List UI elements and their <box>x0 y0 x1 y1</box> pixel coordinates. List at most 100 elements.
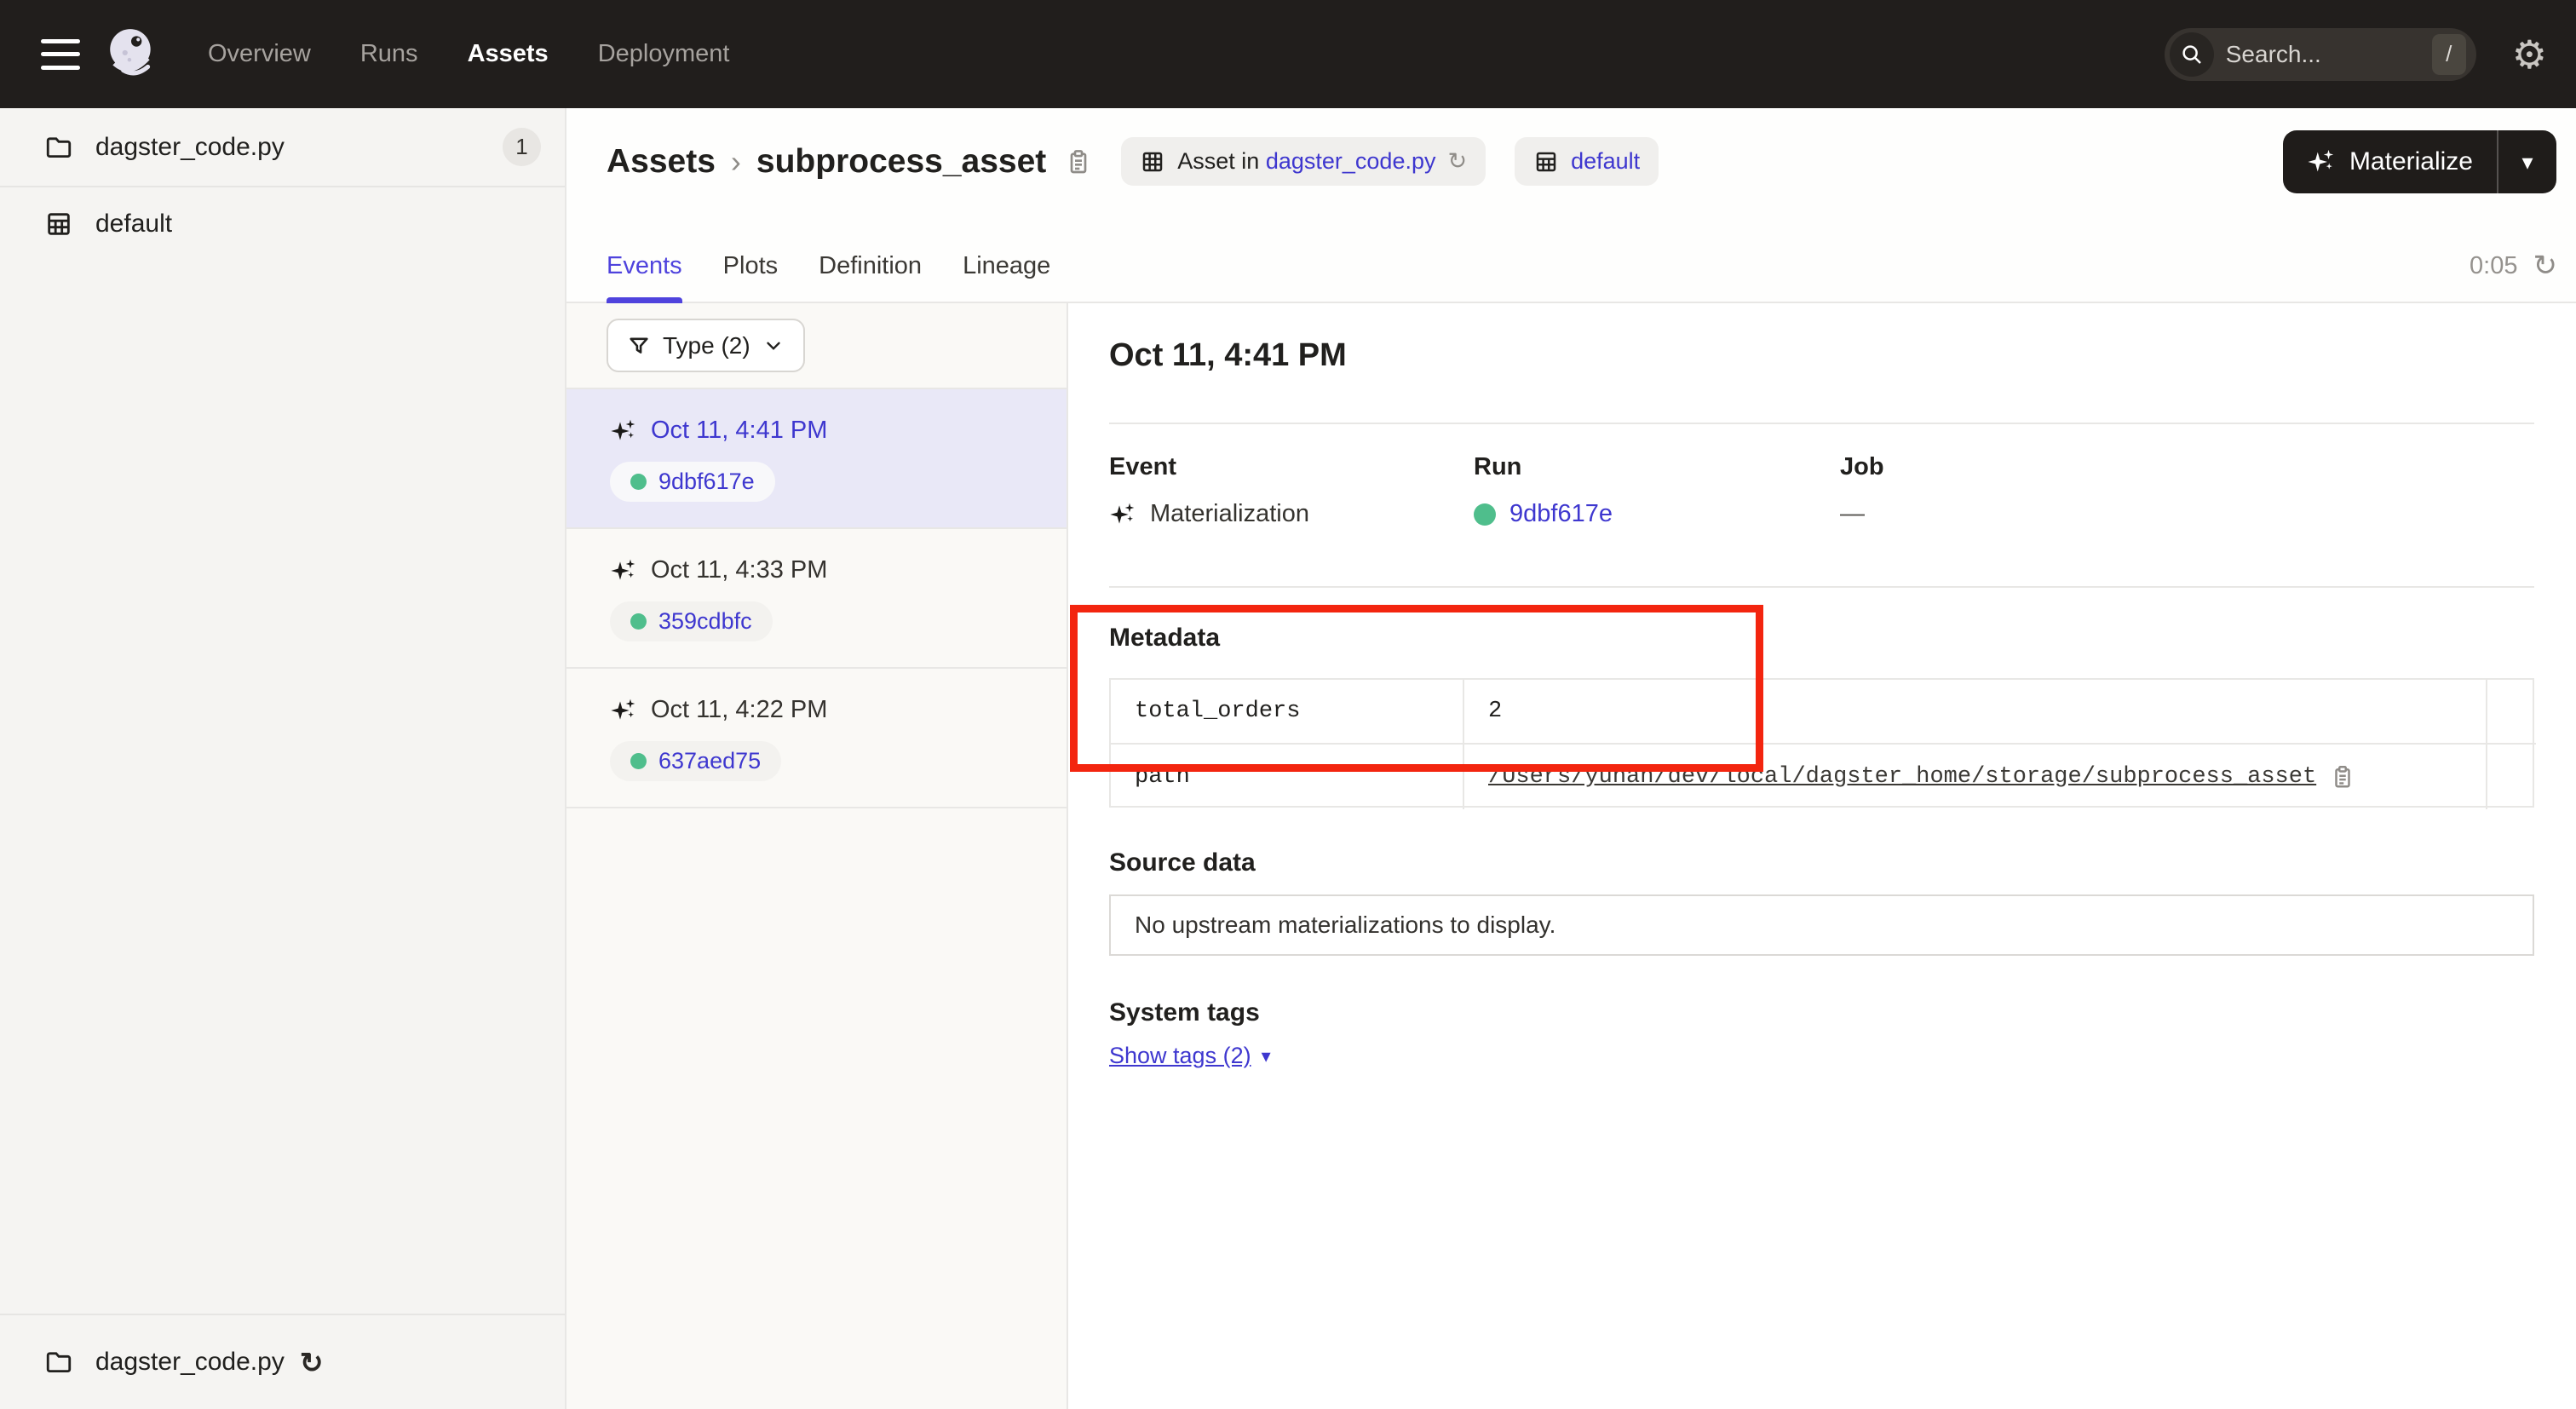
search-bar[interactable]: / <box>2165 28 2476 81</box>
app-root: Overview Runs Assets Deployment / ⚙ <box>0 0 2576 1409</box>
filter-bar: Type (2) <box>566 303 1067 389</box>
metadata-value: 2 <box>1464 680 2487 745</box>
event-timestamp: Oct 11, 4:22 PM <box>651 696 827 724</box>
run-status-dot <box>630 753 647 769</box>
sidebar: dagster_code.py 1 default dagster_code.p… <box>0 108 566 1409</box>
refresh-countdown: 0:05 <box>2470 252 2517 280</box>
materialization-sparkle-icon <box>610 417 637 445</box>
event-detail-panel: Oct 11, 4:41 PM Event Materializatio <box>1068 303 2576 1409</box>
event-timestamp: Oct 11, 4:41 PM <box>651 417 827 445</box>
repo-default-link[interactable]: default <box>1571 148 1640 175</box>
nav-overview[interactable]: Overview <box>208 40 311 68</box>
run-status-dot <box>630 474 647 490</box>
metadata-value: /Users/yuhan/dev/local/dagster_home/stor… <box>1464 745 2487 809</box>
repo-grid-icon <box>1533 149 1559 175</box>
copy-path-icon[interactable] <box>2330 764 2355 790</box>
run-id-link[interactable]: 637aed75 <box>658 748 761 774</box>
nav-right: / ⚙ <box>2165 28 2547 81</box>
copy-asset-name-icon[interactable] <box>1065 148 1092 175</box>
materialization-sparkle-icon <box>610 557 637 584</box>
refresh-area: 0:05 ↻ <box>2470 249 2557 283</box>
settings-gear-icon[interactable]: ⚙ <box>2512 35 2547 74</box>
materialization-sparkle-icon <box>610 697 637 724</box>
refresh-icon[interactable]: ↻ <box>2533 249 2558 283</box>
source-data-empty-box: No upstream materializations to display. <box>1109 894 2534 956</box>
main-content: Assets › subprocess_asset <box>566 108 2576 1409</box>
nav-deployment[interactable]: Deployment <box>598 40 730 68</box>
run-id-pill[interactable]: 637aed75 <box>610 741 781 781</box>
tabs: Events Plots Definition Lineage <box>607 230 1050 302</box>
sidebar-item-code-location[interactable]: dagster_code.py 1 <box>0 108 565 187</box>
event-list-panel: Type (2) <box>566 303 1068 1409</box>
run-id-link[interactable]: 359cdbfc <box>658 608 752 635</box>
primary-nav: Overview Runs Assets Deployment <box>208 40 729 68</box>
top-nav: Overview Runs Assets Deployment / ⚙ <box>0 0 2576 108</box>
metadata-key: path <box>1111 745 1464 809</box>
tab-lineage[interactable]: Lineage <box>963 230 1050 302</box>
event-list-item[interactable]: Oct 11, 4:41 PM 9dbf617e <box>566 389 1067 529</box>
event-column-label: Event <box>1109 453 1309 481</box>
materialize-button[interactable]: Materialize <box>2283 130 2497 193</box>
sidebar-footer-label: dagster_code.py <box>95 1348 285 1377</box>
show-tags-toggle[interactable]: Show tags (2) ▾ <box>1109 1043 1271 1069</box>
caret-down-icon: ▾ <box>1262 1045 1271 1067</box>
metadata-extra-cell <box>2487 680 2536 745</box>
reload-location-icon[interactable]: ↻ <box>1447 148 1467 175</box>
event-list-item[interactable]: Oct 11, 4:33 PM 359cdbfc <box>566 529 1067 669</box>
repo-grid-icon <box>44 210 73 239</box>
breadcrumb: Assets › subprocess_asset <box>607 137 1659 186</box>
sidebar-item-default[interactable]: default <box>0 187 565 261</box>
folder-icon <box>44 1348 73 1377</box>
run-status-dot <box>630 613 647 630</box>
job-empty-value: — <box>1840 500 1865 528</box>
tab-plots[interactable]: Plots <box>723 230 778 302</box>
tab-events[interactable]: Events <box>607 230 682 302</box>
materialize-button-group: Materialize ▾ <box>2283 130 2556 193</box>
divider <box>1109 423 2534 424</box>
run-id-link[interactable]: 9dbf617e <box>1509 500 1613 528</box>
code-location-link[interactable]: dagster_code.py <box>1266 148 1436 175</box>
breadcrumb-separator: › <box>731 144 741 180</box>
search-shortcut-badge: / <box>2432 34 2466 75</box>
repo-tag: default <box>1515 137 1659 186</box>
asset-location-tag: Asset in dagster_code.py ↻ <box>1121 137 1486 186</box>
event-detail-title: Oct 11, 4:41 PM <box>1109 337 1347 374</box>
chevron-down-icon <box>762 335 785 357</box>
source-data-empty-message: No upstream materializations to display. <box>1135 912 1555 939</box>
nav-runs[interactable]: Runs <box>360 40 418 68</box>
tabs-row: Events Plots Definition Lineage 0:05 ↻ <box>566 230 2576 303</box>
event-type-value: Materialization <box>1150 500 1309 528</box>
divider <box>1109 586 2534 588</box>
type-filter-label: Type (2) <box>663 332 750 359</box>
event-list-item[interactable]: Oct 11, 4:22 PM 637aed75 <box>566 669 1067 808</box>
event-timestamp: Oct 11, 4:33 PM <box>651 556 827 584</box>
search-input[interactable] <box>2226 41 2432 68</box>
run-id-link[interactable]: 9dbf617e <box>658 469 755 495</box>
system-tags-section-title: System tags <box>1109 998 1260 1027</box>
run-id-pill[interactable]: 9dbf617e <box>610 462 775 502</box>
tab-definition[interactable]: Definition <box>819 230 922 302</box>
sparkle-icon <box>2307 147 2336 176</box>
folder-icon <box>44 133 73 162</box>
nav-assets[interactable]: Assets <box>468 40 549 68</box>
job-column-label: Job <box>1840 453 1884 481</box>
run-id-pill[interactable]: 359cdbfc <box>610 601 773 641</box>
asset-in-label: Asset in <box>1177 148 1259 175</box>
dagster-logo[interactable] <box>104 26 160 83</box>
page-header: Assets › subprocess_asset <box>566 108 2576 230</box>
menu-icon[interactable] <box>41 39 80 70</box>
asset-count-badge: 1 <box>503 128 541 166</box>
funnel-icon <box>627 334 651 358</box>
sidebar-item-label: dagster_code.py <box>95 133 285 162</box>
reload-icon[interactable]: ↻ <box>300 1346 324 1379</box>
breadcrumb-assets[interactable]: Assets <box>607 143 716 181</box>
metadata-table: total_orders 2 path /Users/yuhan/dev/loc… <box>1109 678 2534 808</box>
run-status-dot <box>1474 503 1496 526</box>
show-tags-label: Show tags (2) <box>1109 1043 1251 1069</box>
path-link[interactable]: /Users/yuhan/dev/local/dagster_home/stor… <box>1488 764 2316 790</box>
sidebar-footer-code-location[interactable]: dagster_code.py ↻ <box>0 1314 565 1409</box>
type-filter-button[interactable]: Type (2) <box>607 319 805 372</box>
metadata-extra-cell <box>2487 745 2536 809</box>
materialize-dropdown-caret[interactable]: ▾ <box>2497 130 2556 193</box>
search-icon <box>2170 32 2214 77</box>
